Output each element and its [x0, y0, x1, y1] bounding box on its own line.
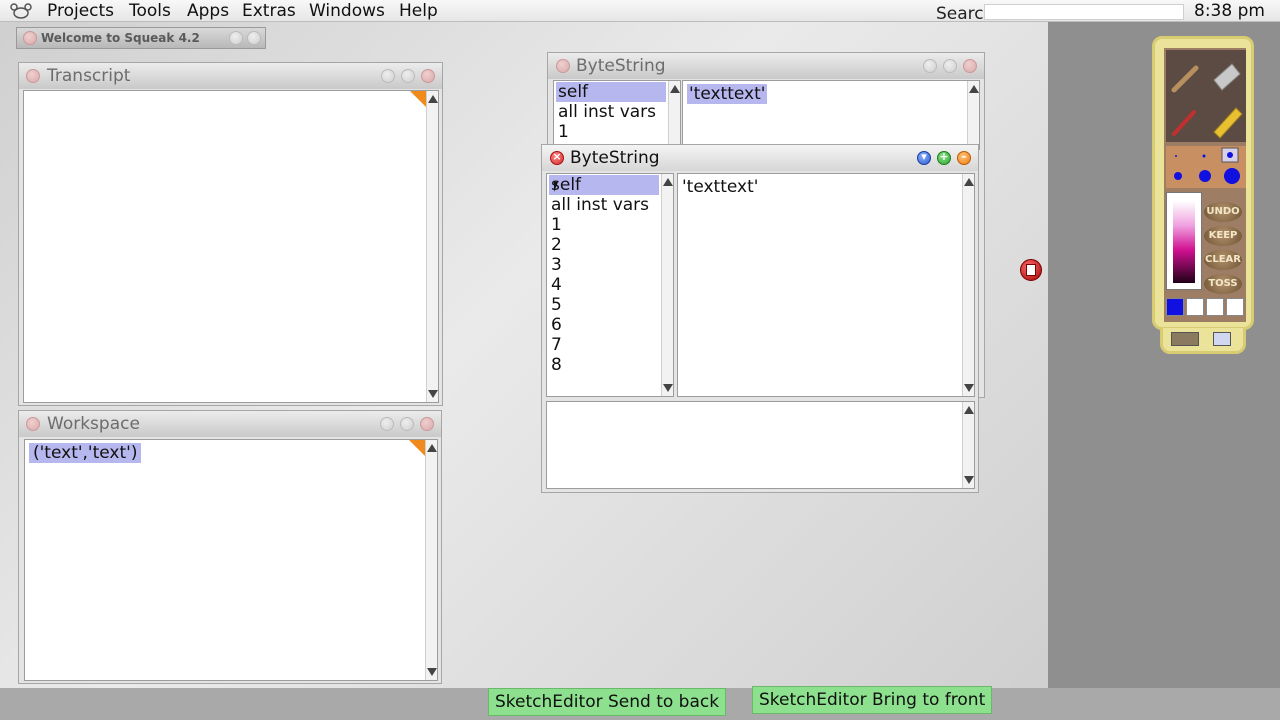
- close-icon[interactable]: [26, 69, 40, 83]
- menu-extras[interactable]: Extras: [242, 0, 296, 22]
- vertical-scrollbar[interactable]: [661, 174, 673, 396]
- collapse-icon[interactable]: ▾: [917, 150, 931, 165]
- window-titlebar[interactable]: Workspace: [19, 411, 441, 437]
- value-text[interactable]: 'texttext': [687, 84, 768, 104]
- menu-bar: Projects Tools Apps Extras Windows Help …: [0, 0, 1280, 22]
- squeak-logo-icon[interactable]: [8, 2, 34, 20]
- window-title: Workspace: [47, 414, 140, 434]
- list-item[interactable]: 4: [551, 275, 562, 295]
- undo-button[interactable]: UNDO: [1204, 202, 1242, 222]
- paint-tools: [1166, 50, 1246, 142]
- expand-icon[interactable]: +: [937, 150, 951, 165]
- bucket-icon[interactable]: [1213, 63, 1241, 91]
- menu-icon[interactable]: –: [957, 150, 971, 165]
- menu-icon[interactable]: [421, 69, 435, 83]
- field-list[interactable]: self all inst vars 1: [553, 80, 681, 150]
- field-list[interactable]: self all inst vars 1 2 3 4 5 6 7 8: [546, 173, 674, 397]
- list-item[interactable]: 5: [551, 295, 562, 315]
- collapse-icon[interactable]: [923, 59, 937, 73]
- transcript-window[interactable]: Transcript: [18, 62, 443, 406]
- send-to-back-button[interactable]: SketchEditor Send to back: [488, 688, 727, 716]
- menu-windows[interactable]: Windows: [309, 0, 385, 22]
- evaluator-pane[interactable]: [546, 401, 975, 489]
- expand-icon[interactable]: [247, 31, 261, 45]
- resize-flag-icon: [410, 91, 426, 107]
- polygon-icon[interactable]: [1213, 332, 1231, 346]
- list-item[interactable]: 6: [551, 315, 562, 335]
- menu-icon[interactable]: [963, 59, 977, 73]
- inspector-window-front[interactable]: × ByteString ▾ + – self all inst vars 1 …: [541, 144, 979, 493]
- close-icon[interactable]: [23, 31, 37, 45]
- search-label: Search: [936, 4, 984, 22]
- eyedropper-icon[interactable]: [1172, 110, 1196, 136]
- window-titlebar[interactable]: × ByteString ▾ + –: [542, 145, 978, 171]
- eraser-icon[interactable]: [1213, 107, 1243, 139]
- brush-icon[interactable]: [1171, 65, 1199, 93]
- color-swatch[interactable]: [1166, 298, 1184, 316]
- color-swatch[interactable]: [1206, 298, 1224, 316]
- color-swatch[interactable]: [1226, 298, 1244, 316]
- color-swatch[interactable]: [1186, 298, 1204, 316]
- palette-footer: [1160, 328, 1246, 354]
- list-item[interactable]: all inst vars: [558, 102, 656, 122]
- bring-to-front-button[interactable]: SketchEditor Bring to front: [752, 686, 993, 714]
- mouse-cursor-icon: [554, 182, 558, 192]
- toss-button[interactable]: TOSS: [1204, 274, 1242, 294]
- expand-icon[interactable]: [401, 69, 415, 83]
- list-item[interactable]: 1: [551, 215, 562, 235]
- value-text[interactable]: 'texttext': [682, 177, 758, 197]
- menu-icon[interactable]: [420, 417, 434, 431]
- vertical-scrollbar[interactable]: [426, 91, 438, 402]
- list-item[interactable]: self: [549, 175, 659, 195]
- list-item[interactable]: 2: [551, 235, 562, 255]
- close-icon[interactable]: ×: [550, 150, 564, 165]
- close-icon[interactable]: [556, 59, 570, 73]
- menu-tools[interactable]: Tools: [129, 0, 171, 22]
- list-item[interactable]: 8: [551, 355, 562, 375]
- workspace-window[interactable]: Workspace ('text','text'): [18, 410, 442, 684]
- list-item[interactable]: all inst vars: [551, 195, 649, 215]
- welcome-window-collapsed[interactable]: Welcome to Squeak 4.2: [16, 27, 266, 49]
- keep-button[interactable]: KEEP: [1204, 226, 1242, 246]
- vertical-scrollbar[interactable]: [967, 81, 979, 149]
- close-icon[interactable]: [26, 417, 40, 431]
- expand-icon[interactable]: [400, 417, 414, 431]
- workspace-text-pane[interactable]: ('text','text'): [24, 439, 438, 681]
- collapse-icon[interactable]: [229, 31, 243, 45]
- vertical-scrollbar[interactable]: [962, 174, 974, 396]
- list-item[interactable]: 3: [551, 255, 562, 275]
- brush-sizes: [1166, 146, 1246, 188]
- window-title: Welcome to Squeak 4.2: [41, 31, 200, 45]
- clear-button[interactable]: CLEAR: [1204, 250, 1242, 270]
- window-titlebar[interactable]: Transcript: [19, 63, 442, 89]
- stamp-icon[interactable]: [1171, 332, 1199, 346]
- menu-help[interactable]: Help: [399, 0, 438, 22]
- transcript-text-pane[interactable]: [23, 90, 439, 403]
- resize-flag-icon: [409, 440, 425, 456]
- expand-icon[interactable]: [943, 59, 957, 73]
- color-picker[interactable]: [1166, 192, 1202, 290]
- window-title: ByteString: [570, 148, 660, 168]
- sketch-halo-icon[interactable]: [1020, 259, 1042, 281]
- window-title: Transcript: [47, 66, 131, 86]
- value-pane[interactable]: 'texttext': [677, 173, 975, 397]
- menu-apps[interactable]: Apps: [187, 0, 229, 22]
- vertical-scrollbar[interactable]: [962, 402, 974, 488]
- paint-palette: UNDO KEEP CLEAR TOSS: [1152, 36, 1254, 330]
- collapse-icon[interactable]: [380, 417, 394, 431]
- window-titlebar[interactable]: ByteString: [548, 53, 984, 79]
- workspace-code[interactable]: ('text','text'): [29, 443, 142, 463]
- list-item[interactable]: 7: [551, 335, 562, 355]
- search-input[interactable]: [984, 4, 1184, 20]
- clock: 8:38 pm: [1194, 1, 1265, 21]
- window-title: ByteString: [576, 56, 666, 76]
- value-pane[interactable]: 'texttext': [682, 80, 980, 150]
- list-item[interactable]: self: [556, 82, 666, 102]
- vertical-scrollbar[interactable]: [668, 81, 680, 149]
- list-item[interactable]: 1: [558, 122, 569, 142]
- menu-projects[interactable]: Projects: [47, 0, 114, 22]
- collapse-icon[interactable]: [381, 69, 395, 83]
- vertical-scrollbar[interactable]: [425, 440, 437, 680]
